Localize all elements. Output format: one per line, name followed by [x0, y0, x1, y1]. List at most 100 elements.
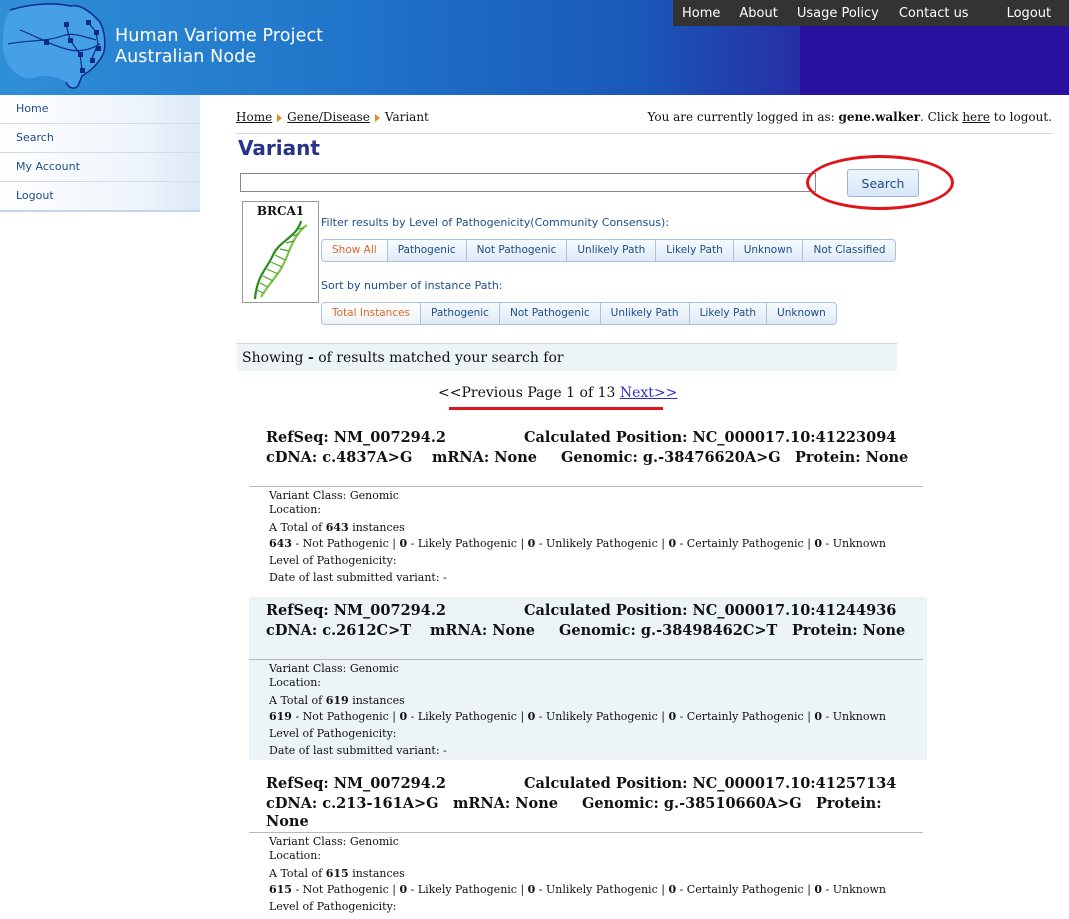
- dna-helix-icon: [253, 220, 308, 300]
- variant-entry: RefSeq: NM_007294.2 Calculated Position:…: [249, 424, 927, 590]
- variant-total: A Total of 615 instances: [269, 867, 405, 880]
- count-value: 0: [399, 710, 408, 723]
- filter-unknown[interactable]: Unknown: [732, 239, 804, 262]
- header-dark-band: [800, 26, 1069, 95]
- variant-protein: Protein:: [816, 795, 882, 812]
- breadcrumb-current: Variant: [384, 110, 429, 124]
- count-label: - Certainly Pathogenic |: [676, 537, 815, 550]
- variant-entry: RefSeq: NM_007294.2 Calculated Position:…: [249, 597, 927, 760]
- count-value: 0: [814, 710, 823, 723]
- variant-total: A Total of 643 instances: [269, 521, 405, 534]
- sidebar-item-logout[interactable]: Logout: [0, 182, 200, 212]
- variant-level: Level of Pathogenicity:: [269, 727, 397, 740]
- count-label: - Unlikely Pathogenic |: [535, 710, 669, 723]
- top-navigation: Home About Usage Policy Contact us Logou…: [673, 0, 1069, 26]
- filter-unlikely-path[interactable]: Unlikely Path: [566, 239, 657, 262]
- login-suffix: to logout.: [989, 110, 1052, 124]
- sort-likely-path[interactable]: Likely Path: [688, 302, 768, 325]
- variant-protein: Protein: None: [795, 449, 909, 466]
- filter-label: Filter results by Level of Pathogenicity…: [321, 216, 670, 229]
- count-value: 615: [269, 883, 292, 896]
- sort-unlikely-path[interactable]: Unlikely Path: [599, 302, 690, 325]
- filter-likely-path[interactable]: Likely Path: [655, 239, 734, 262]
- variant-calculated-position: Calculated Position: NC_000017.10:412230…: [524, 429, 897, 446]
- gene-name: BRCA1: [256, 204, 305, 218]
- breadcrumb-gene-disease[interactable]: Gene/Disease: [287, 110, 370, 124]
- nav-contact-us[interactable]: Contact us: [899, 6, 969, 21]
- breadcrumb-home[interactable]: Home: [236, 110, 272, 124]
- variant-pathogenicity-counts: 619 - Not Pathogenic | 0 - Likely Pathog…: [269, 710, 886, 723]
- variant-cdna: cDNA: c.4837A>G: [266, 449, 413, 466]
- count-value: 0: [399, 537, 408, 550]
- variant-date: Date of last submitted variant: -: [269, 744, 447, 757]
- filter-pathogenic[interactable]: Pathogenic: [386, 239, 467, 262]
- sidebar-item-search[interactable]: Search: [0, 124, 200, 153]
- variant-class: Variant Class: Genomic: [269, 489, 399, 502]
- variant-refseq: RefSeq: NM_007294.2: [266, 429, 446, 446]
- sidebar: Home Search My Account Logout: [0, 95, 200, 212]
- divider: [249, 659, 923, 660]
- filter-not-classified[interactable]: Not Classified: [802, 239, 897, 262]
- divider: [249, 486, 923, 487]
- total-count: 615: [325, 867, 349, 880]
- filter-show-all[interactable]: Show All: [321, 239, 388, 262]
- variant-calculated-position: Calculated Position: NC_000017.10:412571…: [524, 775, 897, 792]
- total-count: 643: [325, 521, 349, 534]
- results-summary: Showing - of results matched your search…: [237, 343, 897, 371]
- login-username: gene.walker: [838, 110, 921, 124]
- variant-entry: RefSeq: NM_007294.2 Calculated Position:…: [249, 770, 927, 919]
- variant-genomic: Genomic: g.-38510660A>G: [582, 795, 802, 812]
- login-status: You are currently logged in as: gene.wal…: [647, 110, 1052, 124]
- variant-refseq: RefSeq: NM_007294.2: [266, 602, 446, 619]
- count-label: - Not Pathogenic |: [291, 710, 400, 723]
- sort-not-pathogenic[interactable]: Not Pathogenic: [498, 302, 601, 325]
- page-title: Variant: [238, 136, 320, 160]
- breadcrumb-arrow-icon: [374, 113, 380, 122]
- count-value: 0: [668, 710, 677, 723]
- pager-page-indicator: Page 1 of 13: [522, 385, 620, 401]
- breadcrumb: Home Gene/Disease Variant: [236, 110, 429, 124]
- count-label: - Not Pathogenic |: [291, 883, 400, 896]
- total-count: 619: [325, 694, 349, 707]
- search-button[interactable]: Search: [847, 169, 919, 197]
- variant-pathogenicity-counts: 615 - Not Pathogenic | 0 - Likely Pathog…: [269, 883, 886, 896]
- variant-mrna: mRNA: None: [453, 795, 558, 812]
- total-prefix: A Total of: [269, 867, 326, 880]
- search-input[interactable]: [240, 173, 816, 192]
- variant-mrna: mRNA: None: [430, 622, 535, 639]
- variant-level: Level of Pathogenicity:: [269, 900, 397, 913]
- count-value: 0: [668, 537, 677, 550]
- count-value: 0: [814, 883, 823, 896]
- count-label: - Unknown: [822, 883, 886, 896]
- australia-map-logo-icon[interactable]: [0, 0, 112, 95]
- sort-unknown[interactable]: Unknown: [766, 302, 837, 325]
- sort-total-instances[interactable]: Total Instances: [321, 302, 421, 325]
- filter-not-pathogenic[interactable]: Not Pathogenic: [465, 239, 568, 262]
- site-title: Human Variome Project Australian Node: [115, 26, 323, 68]
- sidebar-item-my-account[interactable]: My Account: [0, 153, 200, 182]
- variant-genomic: Genomic: g.-38476620A>G: [561, 449, 781, 466]
- showing-prefix: Showing: [242, 350, 308, 366]
- logout-here-link[interactable]: here: [962, 110, 990, 124]
- count-value: 0: [399, 883, 408, 896]
- variant-location: Location:: [269, 503, 321, 516]
- sort-label: Sort by number of instance Path:: [321, 279, 503, 292]
- divider: [236, 133, 1053, 134]
- nav-about[interactable]: About: [739, 6, 777, 21]
- site-title-line1: Human Variome Project: [115, 26, 324, 46]
- nav-usage-policy[interactable]: Usage Policy: [797, 6, 879, 21]
- count-label: - Certainly Pathogenic |: [676, 710, 815, 723]
- count-label: - Not Pathogenic |: [291, 537, 400, 550]
- sort-pathogenic[interactable]: Pathogenic: [420, 302, 500, 325]
- pager-next-link[interactable]: Next>>: [620, 385, 678, 401]
- site-header: Human Variome Project Australian Node Ho…: [0, 0, 1069, 95]
- variant-level: Level of Pathogenicity:: [269, 554, 397, 567]
- total-prefix: A Total of: [269, 694, 326, 707]
- nav-home[interactable]: Home: [682, 6, 720, 21]
- variant-refseq: RefSeq: NM_007294.2: [266, 775, 446, 792]
- nav-logout[interactable]: Logout: [1007, 6, 1052, 21]
- variant-location: Location:: [269, 676, 321, 689]
- sidebar-item-home[interactable]: Home: [0, 95, 200, 124]
- count-value: 619: [269, 710, 292, 723]
- pager-previous: <<Previous: [438, 385, 523, 401]
